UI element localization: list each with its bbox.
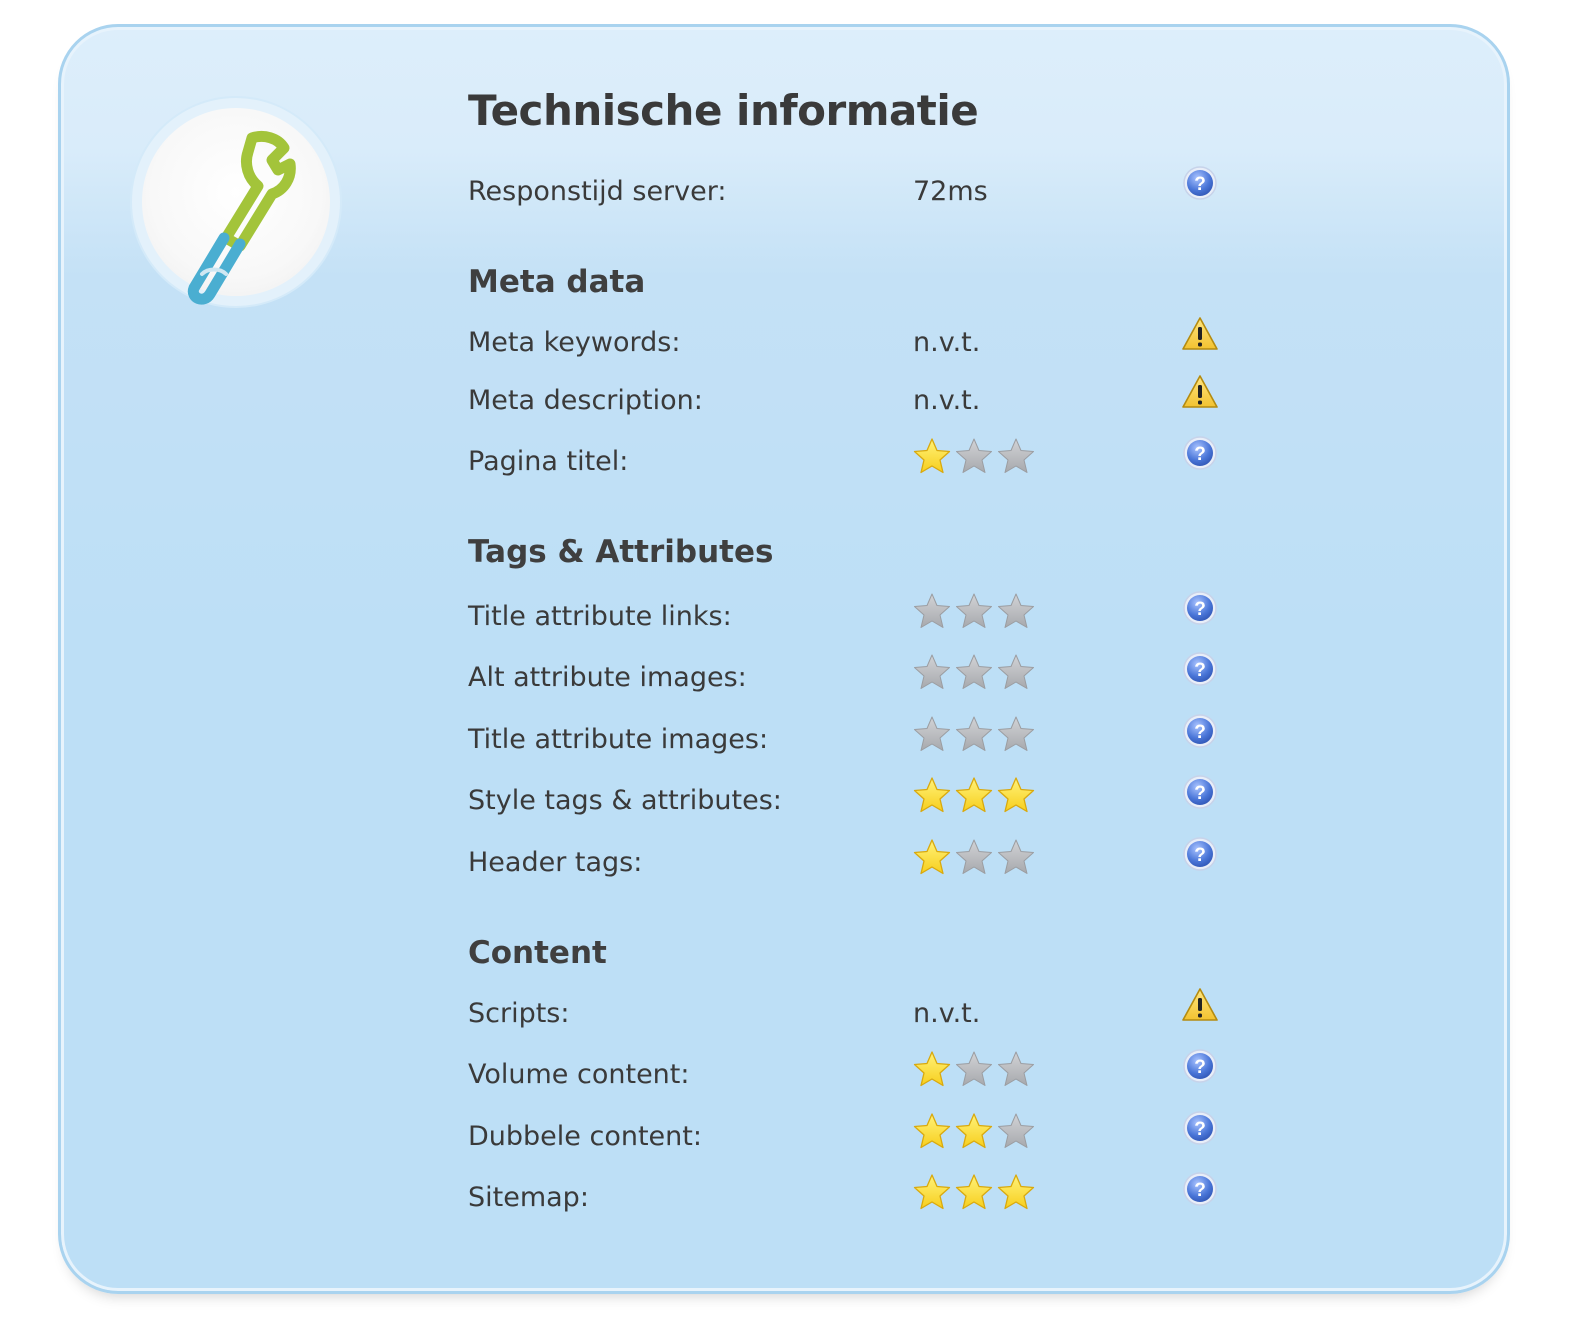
row-label: Pagina titel: xyxy=(468,446,629,477)
warning-icon[interactable] xyxy=(1181,315,1219,353)
row-volume-content: Volume content: ? xyxy=(468,1049,1248,1095)
star-rating xyxy=(912,1049,1038,1089)
help-icon[interactable]: ? xyxy=(1181,1047,1219,1085)
svg-text:?: ? xyxy=(1194,783,1206,804)
svg-text:?: ? xyxy=(1194,660,1206,681)
svg-text:?: ? xyxy=(1194,845,1206,866)
star-rating xyxy=(912,436,1038,476)
star-empty-icon xyxy=(954,714,994,754)
star-rating xyxy=(912,591,1038,631)
star-filled-icon xyxy=(912,1049,952,1089)
star-empty-icon xyxy=(996,1111,1036,1151)
star-filled-icon xyxy=(912,775,952,815)
star-filled-icon xyxy=(954,1111,994,1151)
row-title-attribute-images: Title attribute images: ? xyxy=(468,714,1248,760)
row-sitemap: Sitemap: ? xyxy=(468,1172,1248,1218)
row-style-tags-attributes: Style tags & attributes: ? xyxy=(468,775,1248,821)
star-filled-icon xyxy=(912,436,952,476)
help-icon[interactable]: ? xyxy=(1181,1109,1219,1147)
warning-icon[interactable] xyxy=(1181,373,1219,411)
star-filled-icon xyxy=(954,775,994,815)
row-value: n.v.t. xyxy=(913,998,981,1029)
star-rating xyxy=(912,1172,1038,1212)
row-dubbele-content: Dubbele content: ? xyxy=(468,1111,1248,1157)
help-icon[interactable]: ? xyxy=(1181,434,1219,472)
star-empty-icon xyxy=(954,652,994,692)
row-alt-attribute-images: Alt attribute images: ? xyxy=(468,652,1248,698)
help-icon[interactable]: ? xyxy=(1181,164,1219,202)
star-empty-icon xyxy=(996,591,1036,631)
star-filled-icon xyxy=(912,1111,952,1151)
star-empty-icon xyxy=(912,714,952,754)
row-label: Volume content: xyxy=(468,1059,690,1090)
star-rating xyxy=(912,714,1038,754)
svg-text:?: ? xyxy=(1194,174,1206,195)
warning-icon[interactable] xyxy=(1181,986,1219,1024)
help-icon[interactable]: ? xyxy=(1181,1170,1219,1208)
star-empty-icon xyxy=(954,436,994,476)
star-rating xyxy=(912,652,1038,692)
row-label: Sitemap: xyxy=(468,1182,589,1213)
help-icon[interactable]: ? xyxy=(1181,650,1219,688)
row-meta-keywords: Meta keywords: n.v.t. xyxy=(468,317,1248,363)
row-value: n.v.t. xyxy=(913,385,981,416)
row-label: Alt attribute images: xyxy=(468,662,747,693)
star-filled-icon xyxy=(996,775,1036,815)
star-rating xyxy=(912,837,1038,877)
star-empty-icon xyxy=(996,652,1036,692)
star-empty-icon xyxy=(912,652,952,692)
row-value: n.v.t. xyxy=(913,327,981,358)
row-label: Title attribute images: xyxy=(468,724,769,755)
help-icon[interactable]: ? xyxy=(1181,773,1219,811)
help-icon[interactable]: ? xyxy=(1181,589,1219,627)
row-label: Title attribute links: xyxy=(468,601,732,632)
star-rating xyxy=(912,775,1038,815)
svg-text:?: ? xyxy=(1194,1057,1206,1078)
row-label: Scripts: xyxy=(468,998,570,1029)
star-filled-icon xyxy=(912,837,952,877)
star-empty-icon xyxy=(996,1049,1036,1089)
section-heading-tags: Tags & Attributes xyxy=(468,534,774,570)
star-empty-icon xyxy=(954,591,994,631)
row-title-attribute-links: Title attribute links: ? xyxy=(468,591,1248,637)
star-empty-icon xyxy=(912,591,952,631)
row-label: Meta description: xyxy=(468,385,703,416)
star-empty-icon xyxy=(996,837,1036,877)
row-label: Style tags & attributes: xyxy=(468,785,782,816)
wrench-icon xyxy=(187,130,296,305)
row-pagina-titel: Pagina titel: ? xyxy=(468,436,1248,482)
star-filled-icon xyxy=(954,1172,994,1212)
svg-text:?: ? xyxy=(1194,1180,1206,1201)
row-label: Responstijd server: xyxy=(468,176,727,207)
section-heading-meta: Meta data xyxy=(468,264,646,300)
star-filled-icon xyxy=(996,1172,1036,1212)
star-empty-icon xyxy=(996,436,1036,476)
row-label: Dubbele content: xyxy=(468,1121,702,1152)
star-filled-icon xyxy=(912,1172,952,1212)
section-heading-content: Content xyxy=(468,935,607,971)
row-header-tags: Header tags: ? xyxy=(468,837,1248,883)
row-label: Header tags: xyxy=(468,847,643,878)
help-icon[interactable]: ? xyxy=(1181,835,1219,873)
svg-text:?: ? xyxy=(1194,444,1206,465)
row-label: Meta keywords: xyxy=(468,327,681,358)
panel-title: Technische informatie xyxy=(468,86,979,135)
section-badge xyxy=(132,98,340,306)
star-rating xyxy=(912,1111,1038,1151)
row-server-response: Responstijd server: 72ms ? xyxy=(468,166,1248,212)
star-empty-icon xyxy=(954,1049,994,1089)
star-empty-icon xyxy=(954,837,994,877)
help-icon[interactable]: ? xyxy=(1181,712,1219,750)
svg-text:?: ? xyxy=(1194,1119,1206,1140)
row-value: 72ms xyxy=(913,176,988,207)
star-empty-icon xyxy=(996,714,1036,754)
svg-text:?: ? xyxy=(1194,722,1206,743)
row-meta-description: Meta description: n.v.t. xyxy=(468,375,1248,421)
row-scripts: Scripts: n.v.t. xyxy=(468,988,1248,1034)
svg-text:?: ? xyxy=(1194,599,1206,620)
